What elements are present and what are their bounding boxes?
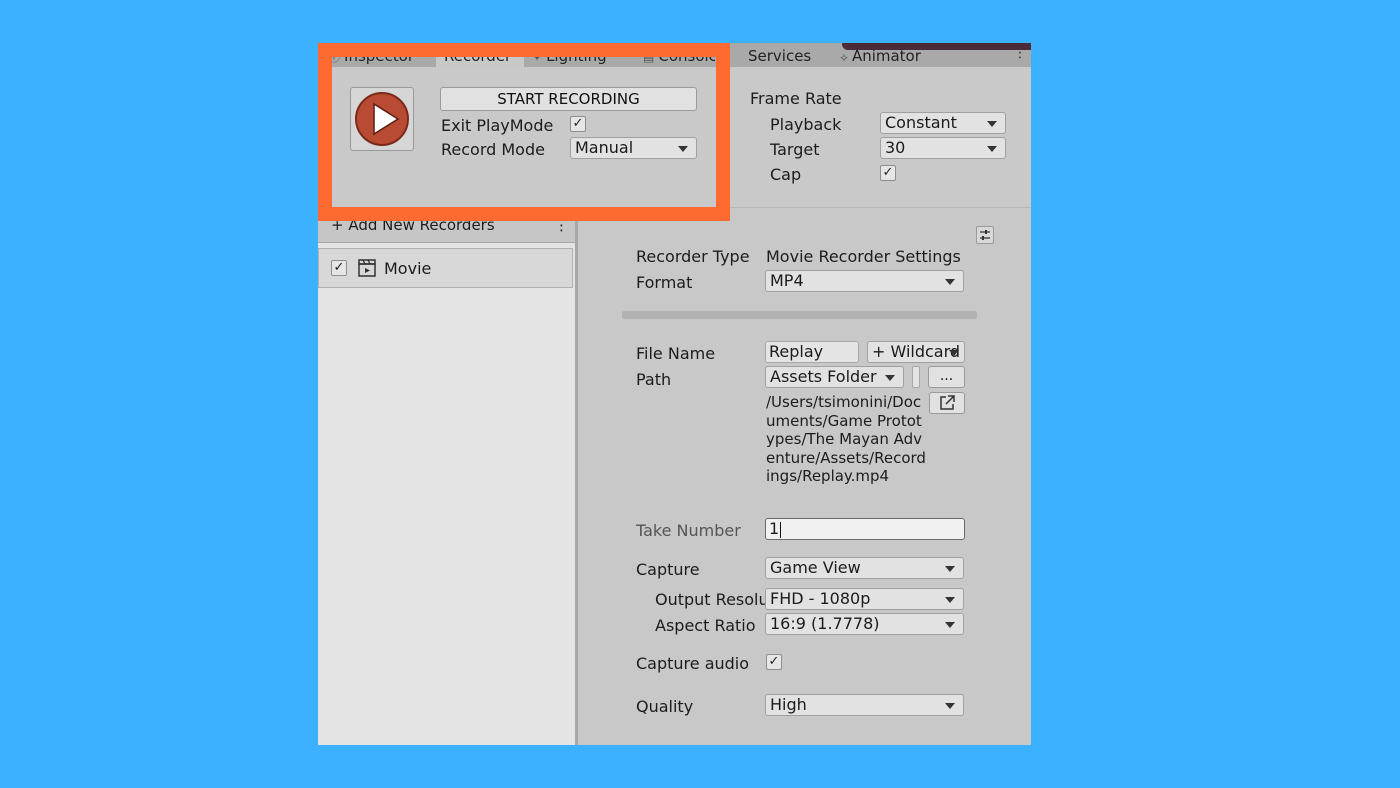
tab-lighting[interactable]: ✦ Lighting (532, 43, 607, 67)
movie-recorder-label: Movie (384, 259, 432, 278)
record-mode-label: Record Mode (441, 140, 545, 159)
take-number-label: Take Number (636, 521, 741, 540)
exit-playmode-checkbox[interactable]: ✓ (570, 116, 586, 132)
add-new-recorders-button[interactable]: + Add New Recorders (331, 216, 495, 234)
list-item[interactable]: ✓ Movie (318, 248, 573, 288)
capture-audio-label: Capture audio (636, 654, 750, 673)
more-menu-icon[interactable]: ⋮ (1013, 45, 1027, 61)
playback-dropdown[interactable]: Constant (880, 112, 1006, 134)
recorder-type-label: Recorder Type (636, 247, 750, 266)
start-recording-play-button[interactable] (350, 87, 414, 151)
frame-rate-title: Frame Rate (750, 89, 842, 108)
take-number-input[interactable]: 1 (765, 518, 965, 540)
chevron-down-icon (885, 375, 895, 381)
capture-audio-checkbox[interactable]: ✓ (766, 654, 782, 670)
chevron-down-icon (949, 350, 959, 356)
console-icon: ▤ (643, 50, 655, 64)
capture-dropdown[interactable]: Game View (765, 557, 964, 579)
reveal-in-finder-button[interactable] (929, 392, 965, 414)
tab-console[interactable]: ▤ Console (643, 43, 715, 67)
recorders-list-panel: + Add New Recorders ⋮ ✓ Movie (318, 208, 578, 745)
record-mode-dropdown[interactable]: Manual (570, 137, 697, 159)
quality-label: Quality (636, 697, 694, 716)
text-cursor (780, 521, 782, 538)
quality-dropdown[interactable]: High (765, 694, 964, 716)
add-recorders-row: + Add New Recorders ⋮ (318, 208, 575, 243)
chevron-down-icon (945, 622, 955, 628)
target-dropdown[interactable]: 30 (880, 137, 1006, 159)
aspect-ratio-dropdown[interactable]: 16:9 (1.7778) (765, 613, 964, 635)
chevron-down-icon (945, 597, 955, 603)
section-divider (622, 311, 977, 319)
playback-label: Playback (770, 115, 842, 134)
wildcards-dropdown[interactable]: + Wildcard (867, 341, 965, 363)
start-recording-button[interactable]: START RECORDING (440, 87, 697, 111)
movie-clapper-icon (357, 258, 377, 282)
external-link-icon (940, 395, 955, 410)
file-name-label: File Name (636, 344, 716, 363)
window-strip (842, 43, 1031, 50)
cap-checkbox[interactable]: ✓ (880, 165, 896, 181)
path-label: Path (636, 370, 672, 389)
chevron-down-icon (987, 146, 997, 152)
animator-icon: ⟡ (840, 50, 848, 64)
movie-enabled-checkbox[interactable]: ✓ (331, 260, 347, 276)
tab-recorder[interactable]: Recorder (436, 43, 524, 67)
output-resolution-label: Output Resolut (655, 590, 775, 609)
cap-label: Cap (770, 165, 802, 184)
path-folder-dropdown[interactable]: Assets Folder (765, 366, 904, 388)
path-subfolder-field[interactable] (912, 366, 920, 388)
exit-playmode-label: Exit PlayMode (441, 116, 554, 135)
file-name-input[interactable]: Replay (765, 341, 859, 363)
preset-settings-icon[interactable] (976, 226, 994, 244)
bulb-icon: ✦ (532, 50, 543, 64)
info-icon: ⓘ (328, 50, 341, 64)
tab-services[interactable]: Services (748, 43, 811, 67)
output-path-text: /Users/tsimonini/Documents/Game Prototyp… (766, 393, 926, 485)
chevron-down-icon (945, 703, 955, 709)
chevron-down-icon (678, 146, 688, 152)
tab-inspector[interactable]: ⓘ Inspector (328, 43, 414, 67)
aspect-ratio-label: Aspect Ratio (655, 616, 756, 635)
recorder-window: ⓘ Inspector Recorder ✦ Lighting ▤ Console S… (318, 43, 1031, 745)
play-icon (355, 92, 409, 146)
chevron-down-icon (945, 279, 955, 285)
tab-bar: ⓘ Inspector Recorder ✦ Lighting ▤ Console S… (318, 43, 1031, 67)
recorder-type-value: Movie Recorder Settings (766, 247, 961, 266)
output-resolution-dropdown[interactable]: FHD - 1080p (765, 588, 964, 610)
browse-button[interactable]: ... (928, 366, 965, 388)
chevron-down-icon (945, 566, 955, 572)
format-label: Format (636, 273, 693, 292)
recorders-menu-icon[interactable]: ⋮ (554, 216, 569, 234)
capture-label: Capture (636, 560, 700, 579)
chevron-down-icon (987, 121, 997, 127)
format-dropdown[interactable]: MP4 (765, 270, 964, 292)
target-label: Target (770, 140, 820, 159)
